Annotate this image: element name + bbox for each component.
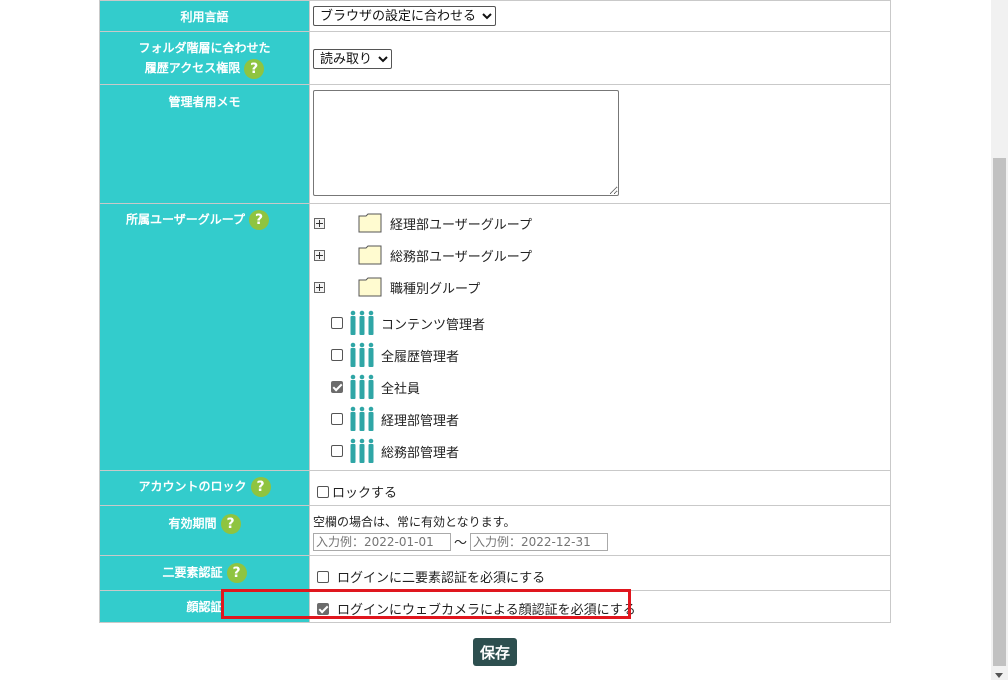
group-row[interactable]: 経理部管理者 bbox=[313, 403, 890, 435]
label-two-factor: 二要素認証? bbox=[99, 555, 310, 591]
scrollbar-thumb[interactable] bbox=[993, 158, 1006, 666]
group-label: 経理部管理者 bbox=[381, 413, 460, 429]
row-user-groups: 所属ユーザーグループ? 経理部ユーザーグループ 総務部ユーザーグループ 職種別グ… bbox=[99, 203, 891, 471]
folder-icon bbox=[358, 277, 382, 297]
group-checkbox-checked[interactable] bbox=[331, 381, 343, 393]
label-validity: 有効期間? bbox=[99, 505, 310, 556]
value-language: ブラウザの設定に合わせる bbox=[309, 0, 891, 32]
save-button[interactable]: 保存 bbox=[473, 638, 517, 666]
people-icon bbox=[350, 406, 374, 431]
people-icon bbox=[350, 342, 374, 367]
folder-label[interactable]: 職種別グループ bbox=[390, 278, 480, 297]
expand-plus-icon[interactable] bbox=[314, 249, 325, 261]
help-icon[interactable]: ? bbox=[220, 514, 241, 534]
label-face-auth: 顔認証 bbox=[99, 590, 310, 623]
help-icon[interactable]: ? bbox=[244, 58, 265, 79]
start-date-input[interactable] bbox=[313, 532, 451, 551]
label-account-lock-text: アカウントのロック bbox=[138, 479, 247, 494]
two-factor-checkbox-label[interactable]: ログインに二要素認証を必須にする bbox=[337, 567, 545, 586]
group-label: コンテンツ管理者 bbox=[381, 317, 486, 333]
folder-row[interactable]: 総務部ユーザーグループ bbox=[313, 239, 890, 271]
value-admin-memo bbox=[309, 84, 891, 204]
group-checkbox[interactable] bbox=[331, 413, 343, 425]
row-account-lock: アカウントのロック? ロックする bbox=[99, 470, 891, 506]
folder-access-select[interactable]: 読み取り bbox=[313, 49, 392, 69]
group-label: 総務部管理者 bbox=[381, 445, 460, 461]
value-face-auth: ログインにウェブカメラによる顔認証を必須にする bbox=[309, 590, 891, 623]
value-account-lock: ロックする bbox=[309, 470, 891, 506]
group-checkbox[interactable] bbox=[331, 445, 343, 457]
vertical-scrollbar[interactable] bbox=[991, 0, 1008, 680]
people-icon bbox=[350, 374, 374, 399]
label-folder-access: フォルダ階層に合わせた 履歴アクセス権限? bbox=[99, 31, 310, 85]
group-checkbox[interactable] bbox=[331, 349, 343, 361]
label-language: 利用言語 bbox=[99, 0, 310, 32]
user-settings-form: 利用言語 ブラウザの設定に合わせる フォルダ階層に合わせた 履歴アクセス権限? … bbox=[99, 0, 891, 623]
validity-note: 空欄の場合は、常に有効となります。 bbox=[313, 515, 516, 529]
expand-plus-icon[interactable] bbox=[314, 281, 325, 293]
value-two-factor: ログインに二要素認証を必須にする bbox=[309, 555, 891, 591]
folder-row[interactable]: 職種別グループ bbox=[313, 271, 890, 303]
help-icon[interactable]: ? bbox=[250, 477, 271, 497]
language-select[interactable]: ブラウザの設定に合わせる bbox=[313, 6, 496, 26]
label-user-groups: 所属ユーザーグループ? bbox=[99, 203, 310, 471]
row-validity: 有効期間? 空欄の場合は、常に有効となります。 ～ bbox=[99, 505, 891, 556]
people-icon bbox=[350, 438, 374, 463]
face-auth-checkbox-label[interactable]: ログインにウェブカメラによる顔認証を必須にする bbox=[337, 599, 636, 618]
value-validity: 空欄の場合は、常に有効となります。 ～ bbox=[309, 505, 891, 556]
two-factor-checkbox[interactable] bbox=[317, 570, 329, 583]
row-folder-access: フォルダ階層に合わせた 履歴アクセス権限? 読み取り bbox=[99, 31, 891, 85]
row-admin-memo: 管理者用メモ bbox=[99, 84, 891, 204]
label-admin-memo-text: 管理者用メモ bbox=[168, 95, 241, 109]
group-row[interactable]: 全履歴管理者 bbox=[313, 339, 890, 371]
label-validity-text: 有効期間 bbox=[168, 516, 217, 531]
label-two-factor-text: 二要素認証 bbox=[162, 565, 223, 580]
label-account-lock: アカウントのロック? bbox=[99, 470, 310, 506]
folder-label[interactable]: 総務部ユーザーグループ bbox=[390, 246, 532, 265]
row-face-auth: 顔認証 ログインにウェブカメラによる顔認証を必須にする bbox=[99, 590, 891, 623]
row-language: 利用言語 ブラウザの設定に合わせる bbox=[99, 0, 891, 32]
value-folder-access: 読み取り bbox=[309, 31, 891, 85]
group-row[interactable]: 全社員 bbox=[313, 371, 890, 403]
help-icon[interactable]: ? bbox=[226, 563, 247, 583]
value-user-groups: 経理部ユーザーグループ 総務部ユーザーグループ 職種別グループ コンテンツ管理者 bbox=[309, 203, 891, 471]
group-label: 全社員 bbox=[381, 381, 421, 397]
group-row[interactable]: コンテンツ管理者 bbox=[313, 307, 890, 339]
help-icon[interactable]: ? bbox=[249, 210, 270, 230]
lock-checkbox-label[interactable]: ロックする bbox=[332, 482, 397, 501]
face-auth-checkbox-checked[interactable] bbox=[317, 602, 329, 615]
admin-memo-textarea[interactable] bbox=[313, 90, 619, 196]
date-separator: ～ bbox=[454, 536, 468, 551]
folder-row[interactable]: 経理部ユーザーグループ bbox=[313, 207, 890, 239]
folder-icon bbox=[358, 245, 382, 265]
group-label: 全履歴管理者 bbox=[381, 349, 460, 365]
group-checkbox[interactable] bbox=[331, 317, 343, 329]
label-face-auth-text: 顔認証 bbox=[186, 600, 223, 614]
group-row[interactable]: 総務部管理者 bbox=[313, 435, 890, 467]
scroll-down-arrow-icon[interactable] bbox=[995, 673, 1003, 678]
label-folder-access-line2: 履歴アクセス権限 bbox=[144, 61, 241, 75]
label-admin-memo: 管理者用メモ bbox=[99, 84, 310, 204]
expand-plus-icon[interactable] bbox=[314, 217, 325, 229]
folder-icon bbox=[358, 213, 382, 233]
label-language-text: 利用言語 bbox=[180, 10, 229, 24]
people-icon bbox=[350, 310, 374, 335]
folder-label[interactable]: 経理部ユーザーグループ bbox=[390, 214, 532, 233]
end-date-input[interactable] bbox=[470, 532, 609, 551]
row-two-factor: 二要素認証? ログインに二要素認証を必須にする bbox=[99, 555, 891, 591]
lock-checkbox[interactable] bbox=[317, 485, 329, 498]
label-folder-access-line1: フォルダ階層に合わせた bbox=[138, 41, 271, 55]
label-user-groups-text: 所属ユーザーグループ bbox=[125, 212, 246, 227]
